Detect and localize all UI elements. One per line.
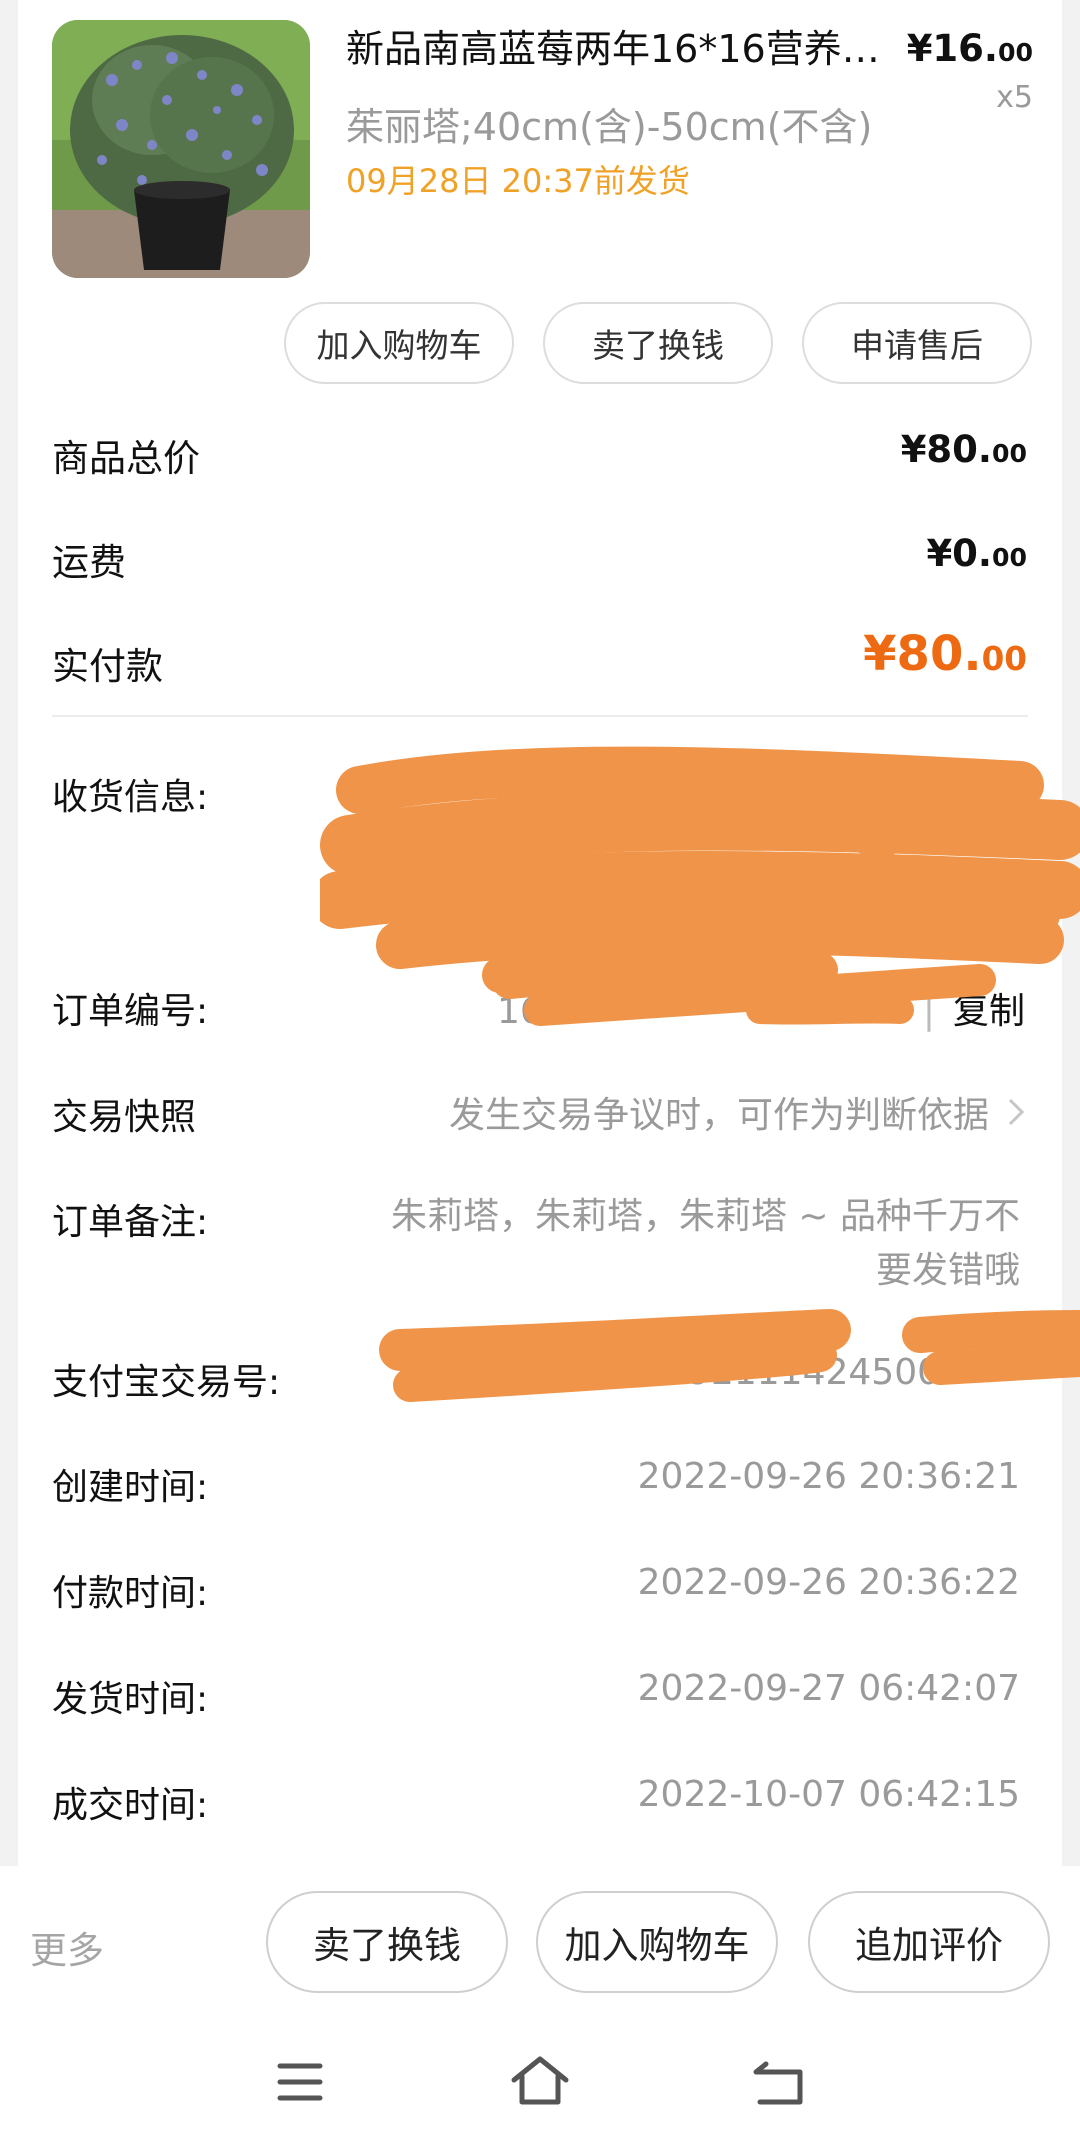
more-button[interactable]: 更多 bbox=[30, 1920, 104, 1974]
add-to-cart-button[interactable]: 加入购物车 bbox=[284, 302, 514, 384]
chevron-right-icon bbox=[1007, 1095, 1025, 1136]
copy-order-no-button[interactable]: 复制 bbox=[953, 991, 1025, 1032]
created-value: 2022-09-26 20:36:21 bbox=[637, 1456, 1020, 1497]
add-to-cart-bottom-button[interactable]: 加入购物车 bbox=[536, 1891, 778, 1993]
back-icon[interactable] bbox=[752, 2060, 804, 2110]
shipped-label: 发货时间: bbox=[52, 1679, 209, 1720]
snapshot-value: 发生交易争议时，可作为判断依据 bbox=[448, 1095, 989, 1136]
unit-price-int: ¥16. bbox=[906, 27, 998, 70]
ship-deadline: 09月28日 20:37前发货 bbox=[346, 162, 690, 200]
unit-price-dec: 00 bbox=[997, 38, 1033, 67]
order-no-value: 16 bbox=[497, 991, 543, 1032]
created-label: 创建时间: bbox=[52, 1467, 209, 1508]
deal-value: 2022-10-07 06:42:15 bbox=[637, 1774, 1020, 1815]
order-no-row: 16 | 复制 bbox=[497, 982, 1025, 1034]
note-line-2: 要发错哦 bbox=[875, 1250, 1020, 1291]
quantity: x5 bbox=[996, 80, 1033, 115]
product-title[interactable]: 新品南高蓝莓两年16*16营养… bbox=[346, 26, 891, 72]
paid-int: ¥80. bbox=[863, 626, 982, 682]
paid-dec: 00 bbox=[981, 640, 1027, 678]
snapshot-label: 交易快照 bbox=[52, 1097, 197, 1138]
menu-icon[interactable] bbox=[276, 2060, 324, 2108]
goods-total-int: ¥80. bbox=[900, 428, 992, 471]
goods-total-value: ¥80.00 bbox=[901, 428, 1027, 471]
after-sale-button[interactable]: 申请售后 bbox=[802, 302, 1032, 384]
note-line-1: 朱莉塔，朱莉塔，朱莉塔 ~ 品种千万不 bbox=[390, 1196, 1020, 1237]
goods-total-dec: 00 bbox=[991, 439, 1027, 468]
product-sku: 茱丽塔;40cm(含)-50cm(不含) bbox=[346, 105, 873, 149]
shipping-value: ¥0.00 bbox=[926, 532, 1027, 575]
goods-total-label: 商品总价 bbox=[52, 437, 200, 480]
shipped-value: 2022-09-27 06:42:07 bbox=[637, 1668, 1020, 1709]
shipping-dec: 00 bbox=[991, 543, 1027, 572]
product-thumbnail[interactable] bbox=[52, 20, 310, 278]
receiver-value: 360029，浙江省 bbox=[738, 775, 1020, 816]
receiver-label: 收货信息: bbox=[52, 777, 209, 818]
home-icon[interactable] bbox=[510, 2054, 570, 2110]
order-no-separator: | bbox=[922, 991, 935, 1032]
shipping-int: ¥0. bbox=[926, 532, 992, 575]
alipay-label: 支付宝交易号: bbox=[52, 1362, 281, 1403]
summary-divider bbox=[52, 715, 1028, 717]
deal-label: 成交时间: bbox=[52, 1785, 209, 1826]
order-no-label: 订单编号: bbox=[52, 991, 209, 1032]
shipping-label: 运费 bbox=[52, 541, 126, 584]
paid-value: ¥80.00 bbox=[863, 626, 1027, 682]
note-value: 朱莉塔，朱莉塔，朱莉塔 ~ 品种千万不 要发错哦 bbox=[391, 1190, 1020, 1298]
sell-for-cash-button[interactable]: 卖了换钱 bbox=[543, 302, 773, 384]
blueberry-plant-photo bbox=[52, 20, 310, 278]
paid-label: 实付款 bbox=[52, 645, 163, 688]
note-label: 订单备注: bbox=[52, 1202, 209, 1243]
snapshot-row[interactable]: 发生交易争议时，可作为判断依据 bbox=[449, 1086, 1025, 1138]
paid-time-label: 付款时间: bbox=[52, 1573, 209, 1614]
paid-time-value: 2022-09-26 20:36:22 bbox=[637, 1562, 1020, 1603]
add-review-button[interactable]: 追加评价 bbox=[808, 1891, 1050, 1993]
alipay-value: 22001192111424500 bbox=[550, 1352, 940, 1393]
sell-for-cash-bottom-button[interactable]: 卖了换钱 bbox=[266, 1891, 508, 1993]
unit-price: ¥16.00 bbox=[907, 26, 1033, 76]
